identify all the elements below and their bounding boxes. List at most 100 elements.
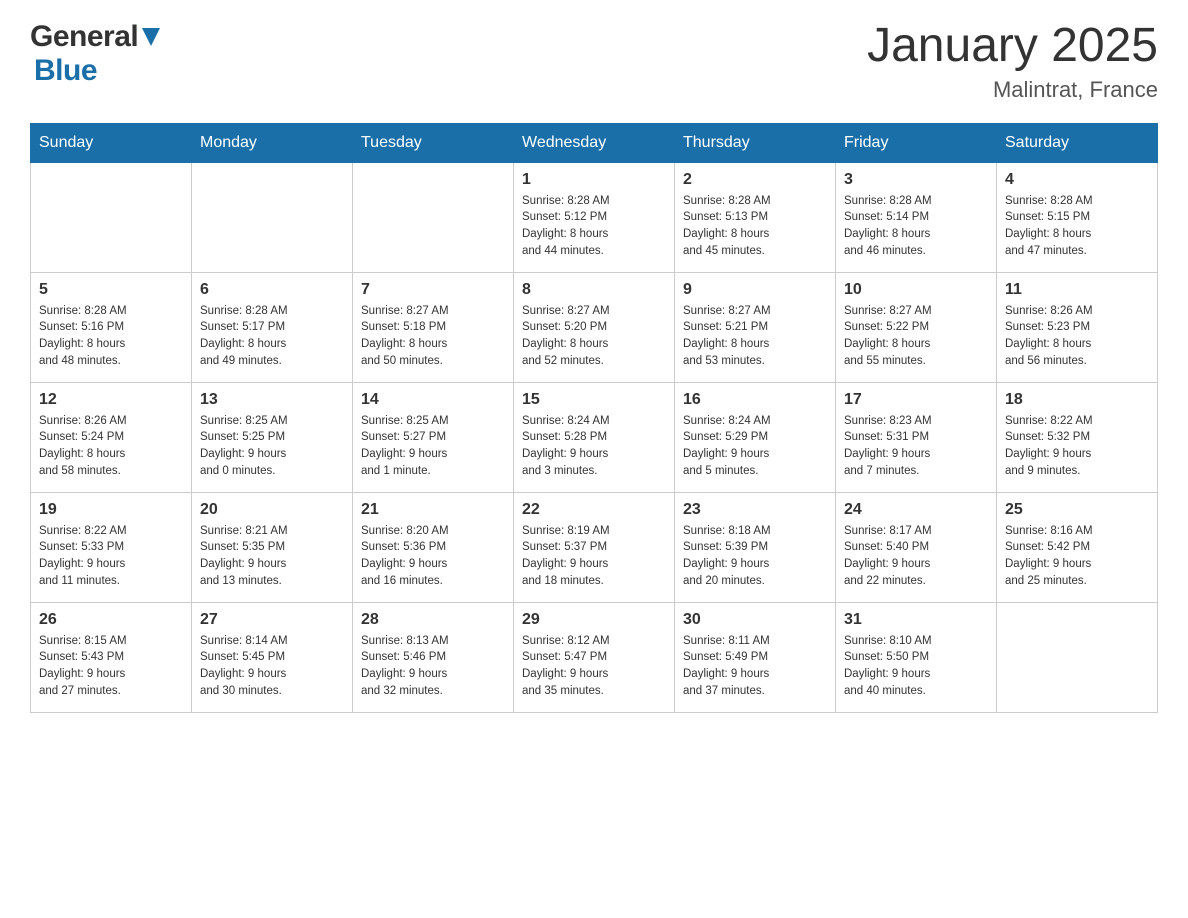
day-info: Sunrise: 8:18 AM Sunset: 5:39 PM Dayligh… [683,523,827,590]
day-header-tuesday: Tuesday [353,123,514,162]
day-number: 18 [1005,391,1149,409]
calendar-week-4: 19Sunrise: 8:22 AM Sunset: 5:33 PM Dayli… [31,492,1158,602]
day-number: 21 [361,501,505,519]
calendar-table: SundayMondayTuesdayWednesdayThursdayFrid… [30,123,1158,713]
calendar-cell: 14 Sunrise: 8:25 AM Sunset: 5:27 PM Dayli… [353,382,514,492]
day-info: Sunrise: 8:16 AM Sunset: 5:42 PM Dayligh… [1005,523,1149,590]
day-number: 22 [522,501,666,519]
day-number: 3 [844,171,988,189]
calendar-cell [192,162,353,272]
calendar-cell: 25 Sunrise: 8:16 AM Sunset: 5:42 PM Dayli… [997,492,1158,602]
day-info: Sunrise: 8:14 AM Sunset: 5:45 PM Dayligh… [200,633,344,700]
day-info: Sunrise: 8:28 AM Sunset: 5:12 PM Dayligh… [522,193,666,260]
calendar-week-1: 1 Sunrise: 8:28 AM Sunset: 5:12 PM Daylig… [31,162,1158,272]
day-number: 29 [522,611,666,629]
day-info: Sunrise: 8:24 AM Sunset: 5:28 PM Dayligh… [522,413,666,480]
day-number: 13 [200,391,344,409]
calendar-week-5: 26Sunrise: 8:15 AM Sunset: 5:43 PM Dayli… [31,602,1158,712]
calendar-cell: 21 Sunrise: 8:20 AM Sunset: 5:36 PM Dayli… [353,492,514,602]
calendar-cell: 23 Sunrise: 8:18 AM Sunset: 5:39 PM Dayli… [675,492,836,602]
calendar-cell: 17Sunrise: 8:23 AM Sunset: 5:31 PM Dayli… [836,382,997,492]
page-header: General Blue January 2025 Malintrat, Fra… [30,20,1158,103]
logo-triangle-icon [142,28,160,51]
calendar-header-row: SundayMondayTuesdayWednesdayThursdayFrid… [31,123,1158,162]
day-info: Sunrise: 8:28 AM Sunset: 5:17 PM Dayligh… [200,303,344,370]
calendar-cell: 9Sunrise: 8:27 AM Sunset: 5:21 PM Daylig… [675,272,836,382]
day-info: Sunrise: 8:27 AM Sunset: 5:20 PM Dayligh… [522,303,666,370]
day-info: Sunrise: 8:24 AM Sunset: 5:29 PM Dayligh… [683,413,827,480]
calendar-cell: 3 Sunrise: 8:28 AM Sunset: 5:14 PM Daylig… [836,162,997,272]
day-number: 19 [39,501,183,519]
day-info: Sunrise: 8:27 AM Sunset: 5:22 PM Dayligh… [844,303,988,370]
logo-general-text: General [30,20,138,54]
day-header-saturday: Saturday [997,123,1158,162]
day-info: Sunrise: 8:13 AM Sunset: 5:46 PM Dayligh… [361,633,505,700]
day-number: 27 [200,611,344,629]
day-info: Sunrise: 8:15 AM Sunset: 5:43 PM Dayligh… [39,633,183,700]
day-info: Sunrise: 8:12 AM Sunset: 5:47 PM Dayligh… [522,633,666,700]
day-number: 23 [683,501,827,519]
day-info: Sunrise: 8:11 AM Sunset: 5:49 PM Dayligh… [683,633,827,700]
logo-blue-text: Blue [34,54,97,88]
day-header-monday: Monday [192,123,353,162]
day-info: Sunrise: 8:28 AM Sunset: 5:13 PM Dayligh… [683,193,827,260]
calendar-cell: 10Sunrise: 8:27 AM Sunset: 5:22 PM Dayli… [836,272,997,382]
calendar-cell: 24Sunrise: 8:17 AM Sunset: 5:40 PM Dayli… [836,492,997,602]
calendar-cell: 19Sunrise: 8:22 AM Sunset: 5:33 PM Dayli… [31,492,192,602]
day-info: Sunrise: 8:26 AM Sunset: 5:24 PM Dayligh… [39,413,183,480]
day-header-wednesday: Wednesday [514,123,675,162]
calendar-cell: 28 Sunrise: 8:13 AM Sunset: 5:46 PM Dayli… [353,602,514,712]
day-info: Sunrise: 8:25 AM Sunset: 5:25 PM Dayligh… [200,413,344,480]
day-info: Sunrise: 8:20 AM Sunset: 5:36 PM Dayligh… [361,523,505,590]
calendar-cell: 7 Sunrise: 8:27 AM Sunset: 5:18 PM Daylig… [353,272,514,382]
day-info: Sunrise: 8:17 AM Sunset: 5:40 PM Dayligh… [844,523,988,590]
day-number: 7 [361,281,505,299]
calendar-cell: 26Sunrise: 8:15 AM Sunset: 5:43 PM Dayli… [31,602,192,712]
day-number: 12 [39,391,183,409]
day-number: 11 [1005,281,1149,299]
day-info: Sunrise: 8:28 AM Sunset: 5:15 PM Dayligh… [1005,193,1149,260]
day-info: Sunrise: 8:10 AM Sunset: 5:50 PM Dayligh… [844,633,988,700]
calendar-subtitle: Malintrat, France [867,77,1158,103]
day-number: 20 [200,501,344,519]
day-number: 1 [522,171,666,189]
calendar-cell: 30 Sunrise: 8:11 AM Sunset: 5:49 PM Dayli… [675,602,836,712]
day-info: Sunrise: 8:21 AM Sunset: 5:35 PM Dayligh… [200,523,344,590]
day-number: 14 [361,391,505,409]
calendar-cell: 12 Sunrise: 8:26 AM Sunset: 5:24 PM Dayli… [31,382,192,492]
day-number: 6 [200,281,344,299]
calendar-cell: 6 Sunrise: 8:28 AM Sunset: 5:17 PM Daylig… [192,272,353,382]
day-info: Sunrise: 8:27 AM Sunset: 5:21 PM Dayligh… [683,303,827,370]
day-number: 5 [39,281,183,299]
day-header-friday: Friday [836,123,997,162]
day-info: Sunrise: 8:25 AM Sunset: 5:27 PM Dayligh… [361,413,505,480]
calendar-cell: 5 Sunrise: 8:28 AM Sunset: 5:16 PM Daylig… [31,272,192,382]
day-number: 8 [522,281,666,299]
calendar-cell: 8 Sunrise: 8:27 AM Sunset: 5:20 PM Daylig… [514,272,675,382]
calendar-cell [997,602,1158,712]
day-header-sunday: Sunday [31,123,192,162]
day-info: Sunrise: 8:28 AM Sunset: 5:16 PM Dayligh… [39,303,183,370]
day-info: Sunrise: 8:26 AM Sunset: 5:23 PM Dayligh… [1005,303,1149,370]
calendar-cell: 18Sunrise: 8:22 AM Sunset: 5:32 PM Dayli… [997,382,1158,492]
calendar-cell [31,162,192,272]
day-number: 4 [1005,171,1149,189]
calendar-cell: 13 Sunrise: 8:25 AM Sunset: 5:25 PM Dayli… [192,382,353,492]
calendar-cell: 4 Sunrise: 8:28 AM Sunset: 5:15 PM Daylig… [997,162,1158,272]
calendar-week-2: 5 Sunrise: 8:28 AM Sunset: 5:16 PM Daylig… [31,272,1158,382]
title-block: January 2025 Malintrat, France [867,20,1158,103]
day-info: Sunrise: 8:28 AM Sunset: 5:14 PM Dayligh… [844,193,988,260]
calendar-cell: 16 Sunrise: 8:24 AM Sunset: 5:29 PM Dayli… [675,382,836,492]
day-number: 28 [361,611,505,629]
day-number: 2 [683,171,827,189]
day-number: 30 [683,611,827,629]
calendar-week-3: 12 Sunrise: 8:26 AM Sunset: 5:24 PM Dayli… [31,382,1158,492]
day-info: Sunrise: 8:23 AM Sunset: 5:31 PM Dayligh… [844,413,988,480]
calendar-cell: 1 Sunrise: 8:28 AM Sunset: 5:12 PM Daylig… [514,162,675,272]
day-number: 25 [1005,501,1149,519]
day-number: 16 [683,391,827,409]
day-info: Sunrise: 8:27 AM Sunset: 5:18 PM Dayligh… [361,303,505,370]
calendar-cell: 15Sunrise: 8:24 AM Sunset: 5:28 PM Dayli… [514,382,675,492]
day-info: Sunrise: 8:19 AM Sunset: 5:37 PM Dayligh… [522,523,666,590]
calendar-cell: 2 Sunrise: 8:28 AM Sunset: 5:13 PM Daylig… [675,162,836,272]
